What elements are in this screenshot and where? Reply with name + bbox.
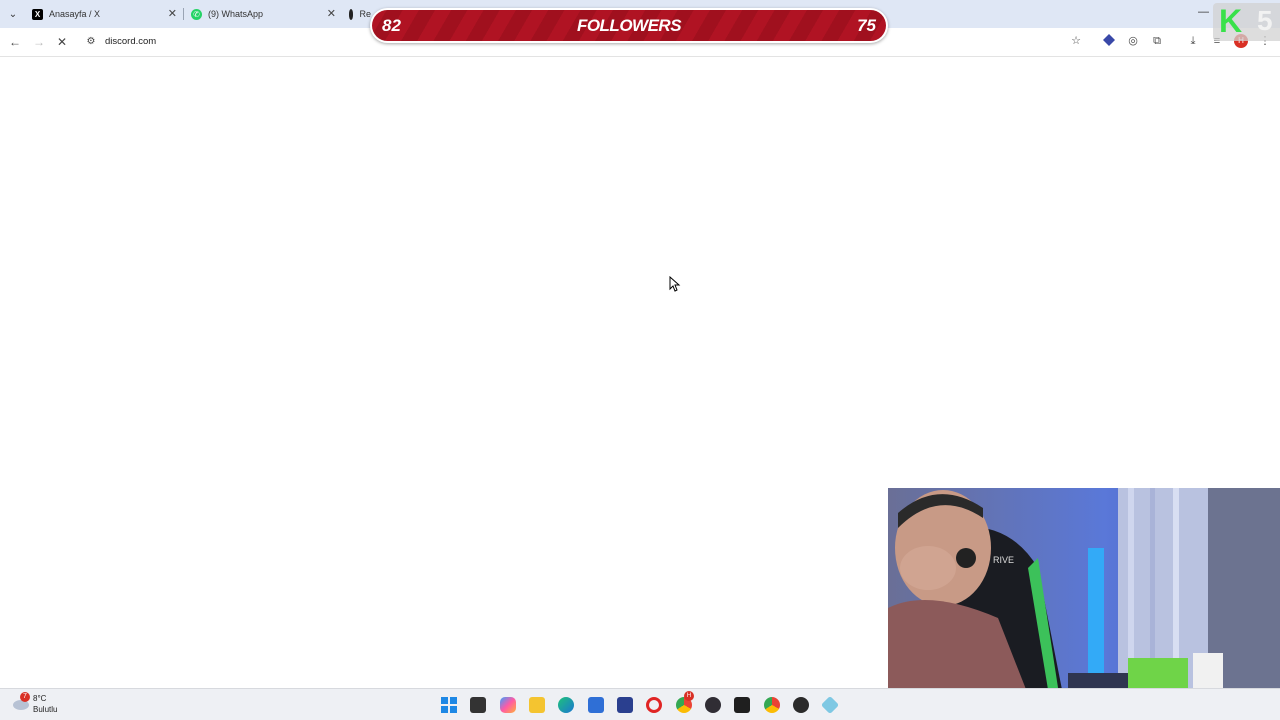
opera-icon[interactable] [646, 697, 662, 713]
webcam-feed: RIVE [888, 488, 1280, 720]
obs-icon[interactable] [705, 697, 721, 713]
extension-icon[interactable] [1102, 34, 1116, 48]
tab-search-chevron-icon[interactable]: ⌄ [5, 6, 21, 22]
download-icon[interactable]: ⤓ [1186, 34, 1200, 48]
tab-title: (9) WhatsApp [208, 9, 264, 19]
address-bar[interactable]: discord.com [105, 36, 156, 47]
forward-icon[interactable]: → [31, 34, 47, 50]
stop-loading-icon[interactable]: ✕ [54, 34, 70, 50]
bookmark-star-icon[interactable]: ☆ [1069, 34, 1083, 48]
taskbar: 7 8°C Bulutlu H [0, 688, 1280, 720]
media-player-icon[interactable] [793, 697, 809, 713]
chair-text: RIVE [993, 555, 1014, 565]
followers-goal: 75 [857, 16, 876, 35]
webcam-image: RIVE [888, 488, 1280, 720]
app-icon[interactable] [820, 695, 840, 715]
tab-github[interactable]: Re [349, 4, 371, 24]
tab-x[interactable]: X Anasayfa / X ✕ [32, 4, 177, 24]
logo-number: 5 [1257, 5, 1273, 36]
x-logo-icon: X [32, 8, 43, 20]
chrome-badge: H [684, 691, 694, 701]
tab-title: Re [359, 9, 371, 19]
weather-description: Bulutlu [33, 705, 58, 714]
site-info-icon[interactable]: ⚙ [83, 34, 99, 50]
close-icon[interactable]: ✕ [327, 7, 336, 20]
followers-label: FOLLOWERS [576, 16, 682, 35]
weather-badge: 7 [20, 692, 30, 702]
logo-letter: K [1219, 3, 1243, 39]
store-icon[interactable] [588, 697, 604, 713]
chrome-alt-icon[interactable] [764, 697, 780, 713]
whatsapp-icon: ✆ [191, 8, 202, 20]
mouse-cursor-icon [669, 275, 681, 297]
tool-icon[interactable] [617, 697, 633, 713]
vpn-icon[interactable]: ◎ [1126, 34, 1140, 48]
back-icon[interactable]: ← [7, 34, 23, 50]
weather-temperature: 8°C [33, 694, 47, 703]
weather-widget[interactable]: 7 [12, 692, 30, 710]
followers-bar-fill: 82 FOLLOWERS 75 [372, 10, 886, 41]
extensions-puzzle-icon[interactable]: ⧉ [1150, 34, 1164, 48]
tab-title: Anasayfa / X [49, 9, 101, 19]
chrome-icon[interactable]: H [676, 691, 694, 713]
followers-goal-bar: 82 FOLLOWERS 75 [370, 8, 888, 43]
edge-icon[interactable] [558, 697, 574, 713]
file-manager-icon[interactable] [470, 697, 486, 713]
channel-logo: K 5 [1213, 3, 1280, 41]
github-icon [349, 8, 354, 20]
tab-separator [183, 8, 184, 20]
close-icon[interactable]: ✕ [168, 7, 177, 20]
minimize-icon[interactable]: — [1198, 6, 1209, 18]
epic-games-icon[interactable] [734, 697, 750, 713]
tab-whatsapp[interactable]: ✆ (9) WhatsApp ✕ [191, 4, 336, 24]
folder-icon[interactable] [529, 697, 545, 713]
windows-start-icon[interactable] [441, 697, 457, 713]
copilot-icon[interactable] [500, 697, 516, 713]
